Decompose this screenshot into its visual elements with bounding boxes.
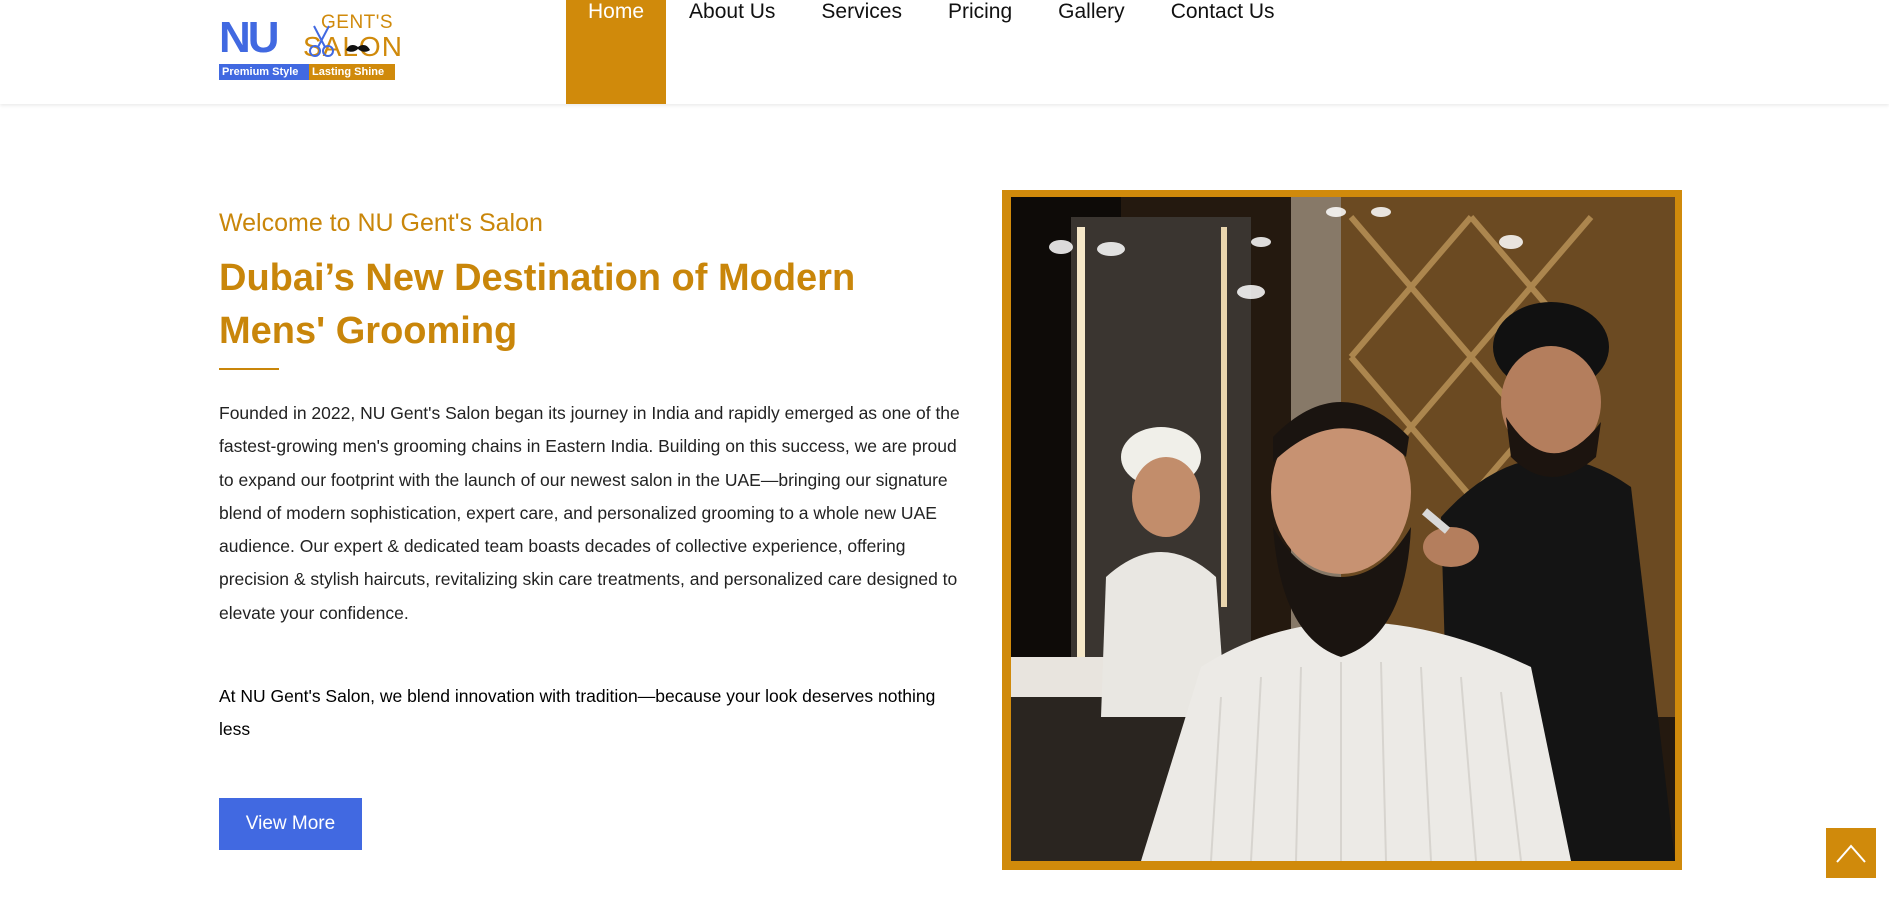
logo-nu: NU <box>219 13 280 62</box>
logo-tagline-right: Lasting Shine <box>309 64 395 80</box>
barber-photo <box>1011 197 1675 861</box>
logo[interactable]: NU GENT'S SALON Premium Style Lasting Sh… <box>219 12 402 82</box>
mustache-icon <box>346 45 370 52</box>
logo-tagline: Premium Style Lasting Shine <box>219 64 395 80</box>
nav-about-us[interactable]: About Us <box>666 0 798 104</box>
main-nav: Home About Us Services Pricing Gallery C… <box>566 0 1298 104</box>
brand-tagline: At NU Gent's Salon, we blend innovation … <box>219 686 936 739</box>
welcome-heading: Welcome to NU Gent's Salon <box>219 209 543 237</box>
view-more-button[interactable]: View More <box>219 798 362 850</box>
chevron-up-icon <box>1836 844 1866 863</box>
nav-home[interactable]: Home <box>566 0 667 104</box>
nav-pricing[interactable]: Pricing <box>925 0 1035 104</box>
nav-contact-us[interactable]: Contact Us <box>1148 0 1298 104</box>
logo-tagline-left: Premium Style <box>219 64 309 80</box>
site-header: NU GENT'S SALON Premium Style Lasting Sh… <box>0 0 1889 104</box>
barber-photo-illustration <box>1011 197 1675 861</box>
nav-gallery[interactable]: Gallery <box>1035 0 1148 104</box>
nav-services[interactable]: Services <box>798 0 925 104</box>
title-divider <box>219 368 279 370</box>
about-description: Founded in 2022, NU Gent's Salon began i… <box>219 403 960 623</box>
page-title: Dubai’s New Destination of Modern Mens' … <box>219 257 856 352</box>
logo-wordmark: NU GENT'S SALON <box>219 12 402 64</box>
scroll-to-top-button[interactable] <box>1826 828 1876 878</box>
scissors-icon <box>309 25 334 57</box>
